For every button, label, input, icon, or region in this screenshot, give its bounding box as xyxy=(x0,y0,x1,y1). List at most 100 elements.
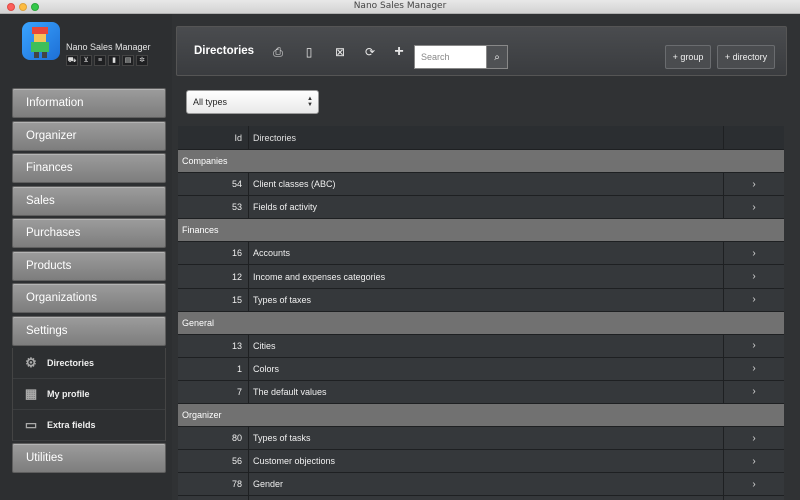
sidebar-item-information[interactable]: Information xyxy=(12,88,166,118)
document-icon[interactable]: ▯ xyxy=(299,42,319,62)
sidebar-item-settings[interactable]: Settings xyxy=(12,315,166,346)
row-name: Customer objections xyxy=(248,450,723,473)
cart-icon[interactable]: ⊻ xyxy=(80,55,92,66)
row-name: Types of taxes xyxy=(248,288,723,311)
directories-table: Id Directories Companies 54 Client class… xyxy=(178,126,784,500)
sidebar-item-organizer[interactable]: Organizer xyxy=(12,120,166,151)
row-id: 15 xyxy=(231,294,242,305)
table-row[interactable]: 13 Cities › xyxy=(178,334,784,358)
chevron-right-icon[interactable]: › xyxy=(723,473,784,496)
app-logo xyxy=(22,22,60,60)
chevron-right-icon[interactable]: › xyxy=(723,265,784,288)
group-label: Companies xyxy=(182,156,228,167)
column-header-id[interactable]: Id xyxy=(178,133,248,143)
chevron-right-icon[interactable]: › xyxy=(723,173,784,196)
table-row[interactable]: 56 Customer objections › xyxy=(178,450,784,474)
form-icon: ▭ xyxy=(24,417,38,432)
sidebar-item-products[interactable]: Products xyxy=(12,250,166,281)
row-id: 53 xyxy=(231,202,242,213)
refresh-icon[interactable]: ⟳ xyxy=(360,42,380,62)
search-icon[interactable]: ⌕ xyxy=(486,45,508,69)
submenu-item-label: Directories xyxy=(47,358,95,368)
chevron-right-icon[interactable]: › xyxy=(723,357,784,380)
row-name: Gender xyxy=(248,473,723,496)
table-icon[interactable]: ▤ xyxy=(122,55,134,66)
chevron-right-icon[interactable]: › xyxy=(723,196,784,219)
lock-icon[interactable]: ▮ xyxy=(108,55,120,66)
sidebar-item-purchases[interactable]: Purchases xyxy=(12,218,166,248)
chevron-right-icon[interactable]: › xyxy=(723,288,784,311)
table-row[interactable]: 54 Client classes (ABC) › xyxy=(178,173,784,197)
row-name xyxy=(248,496,723,500)
row-id: 80 xyxy=(231,433,242,444)
add-group-button[interactable]: + group xyxy=(665,45,711,69)
sidebar-item-sales[interactable]: Sales xyxy=(12,185,166,216)
row-name: Client classes (ABC) xyxy=(248,173,723,196)
table-row[interactable]: 16 Accounts › xyxy=(178,242,784,266)
row-name: Accounts xyxy=(248,242,723,265)
row-name: Cities xyxy=(248,334,723,357)
select-arrows-icon: ▲ ▼ xyxy=(307,96,313,108)
title-bar: Nano Sales Manager xyxy=(0,0,800,14)
add-directory-button[interactable]: + directory xyxy=(717,45,775,69)
submenu-item-my-profile[interactable]: ▦ My profile xyxy=(13,379,165,410)
sidebar-item-finances[interactable]: Finances xyxy=(12,153,166,183)
row-id: 12 xyxy=(231,271,242,282)
app-quick-tools: ⛟ ⊻ ≡ ▮ ▤ ✲ xyxy=(66,55,148,66)
sidebar-item-organizations[interactable]: Organizations xyxy=(12,283,166,313)
group-row: Finances xyxy=(178,219,784,243)
grid-icon: ▦ xyxy=(24,386,38,401)
list-icon[interactable]: ≡ xyxy=(94,55,106,66)
table-row[interactable]: 80 Types of tasks › xyxy=(178,427,784,451)
page-title: Directories xyxy=(194,45,255,57)
submenu-item-label: Extra fields xyxy=(47,420,96,430)
row-id: 7 xyxy=(236,386,242,397)
sidebar-item-utilities[interactable]: Utilities xyxy=(12,443,166,473)
column-header-directories[interactable]: Directories xyxy=(248,126,723,149)
print-icon[interactable]: ⎙ xyxy=(268,42,288,62)
app-name: Nano Sales Manager xyxy=(66,42,151,52)
app-window: Nano Sales Manager Nano Sales Manager ⛟ … xyxy=(0,0,800,500)
chevron-right-icon[interactable]: › xyxy=(723,380,784,404)
row-id: 1 xyxy=(236,363,242,374)
chevron-right-icon[interactable]: › xyxy=(723,427,784,450)
column-header-actions xyxy=(723,126,784,149)
truck-icon[interactable]: ⛟ xyxy=(66,55,78,66)
row-id: 78 xyxy=(231,479,242,490)
table-row[interactable]: 53 Fields of activity › xyxy=(178,196,784,220)
row-id: 13 xyxy=(231,340,242,351)
gears-icon: ⚙ xyxy=(25,355,37,370)
table-row[interactable]: 12 Income and expenses categories › xyxy=(178,265,784,289)
chevron-right-icon[interactable]: › xyxy=(723,242,784,265)
type-filter-value: All types xyxy=(193,97,228,107)
row-id: 54 xyxy=(231,179,242,190)
chevron-right-icon[interactable]: › xyxy=(723,334,784,357)
add-icon[interactable]: + xyxy=(389,42,409,62)
settings-submenu: ⚙ Directories ▦ My profile ▭ Extra field… xyxy=(12,348,166,441)
table-row[interactable]: 7 The default values › xyxy=(178,380,784,405)
table-row[interactable]: 15 Types of taxes › xyxy=(178,288,784,312)
table-header: Id Directories xyxy=(178,126,784,150)
main-content: Directories ⎙ ▯ ⊠ ⟳ + Search ⌕ + group +… xyxy=(172,14,800,500)
table-row[interactable] xyxy=(178,496,784,500)
window-title: Nano Sales Manager xyxy=(353,1,447,11)
group-row: Companies xyxy=(178,150,784,174)
sidebar-menu: Information Organizer Finances Sales Pur… xyxy=(12,88,166,476)
group-label: General xyxy=(182,317,215,328)
chevron-right-icon[interactable]: › xyxy=(723,450,784,473)
group-label: Finances xyxy=(182,225,219,236)
group-label: Organizer xyxy=(182,410,222,421)
type-filter-select[interactable]: All types ▲ ▼ xyxy=(186,90,319,114)
submenu-item-directories[interactable]: ⚙ Directories xyxy=(13,348,165,379)
gears-icon[interactable]: ✲ xyxy=(136,55,148,66)
group-row: Organizer xyxy=(178,404,784,428)
table-row[interactable]: 78 Gender › xyxy=(178,473,784,497)
table-row[interactable]: 1 Colors › xyxy=(178,357,784,381)
group-row: General xyxy=(178,311,784,335)
row-id: 16 xyxy=(231,248,242,259)
excel-export-icon[interactable]: ⊠ xyxy=(330,42,350,62)
submenu-item-extra-fields[interactable]: ▭ Extra fields xyxy=(13,410,165,441)
row-name: Income and expenses categories xyxy=(248,265,723,288)
row-name: Types of tasks xyxy=(248,427,723,450)
row-name: Fields of activity xyxy=(248,196,723,219)
